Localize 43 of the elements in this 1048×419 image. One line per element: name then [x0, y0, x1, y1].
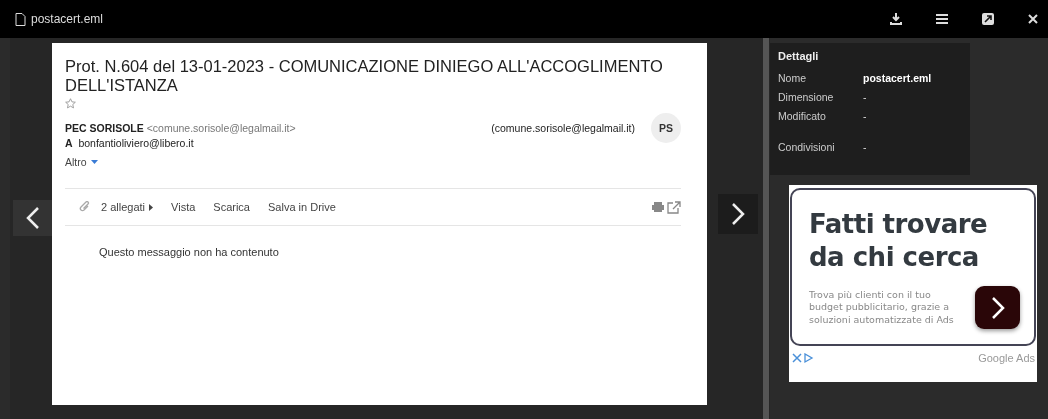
message-subject: Prot. N.604 del 13-01-2023 - COMUNICAZIONE DINIEGO ALL'ACCOGLIMENTO DELL'ISTANZA	[65, 57, 664, 95]
detail-value: postacert.eml	[863, 71, 932, 84]
caret-down-icon	[90, 160, 98, 164]
chevron-right-icon	[731, 202, 745, 226]
ad-headline: Fatti trovare da chi cerca	[809, 208, 989, 274]
external-link-icon[interactable]	[667, 200, 681, 214]
star-icon[interactable]	[65, 98, 76, 109]
sender-address: (comune.sorisole@legalmail.it)	[491, 122, 635, 134]
details-title: Dettagli	[778, 49, 820, 64]
chevron-left-icon	[26, 206, 40, 230]
detail-value: -	[863, 140, 867, 153]
attachment-action-link[interactable]: Scarica	[213, 201, 250, 213]
detail-value: -	[863, 90, 867, 103]
paperclip-icon	[79, 201, 91, 213]
ad-choices-icon[interactable]	[792, 352, 814, 364]
message-body: Questo messaggio non ha contenuto	[99, 246, 280, 258]
caret-right-icon	[149, 203, 154, 211]
expand-icon[interactable]	[982, 13, 994, 25]
more-dropdown[interactable]: Altro	[65, 156, 98, 168]
avatar: PS	[651, 113, 681, 143]
close-icon[interactable]	[1028, 14, 1038, 24]
file-icon	[15, 12, 26, 26]
detail-label: Condivisioni	[778, 140, 836, 153]
recipient: A bonfantioliviero@libero.it	[65, 137, 195, 149]
file-name: postacert.eml	[31, 12, 104, 26]
attachments-toggle[interactable]: 2 allegati	[101, 201, 154, 213]
scrollbar[interactable]	[763, 38, 769, 419]
detail-value: -	[863, 109, 867, 122]
previous-button[interactable]	[13, 200, 53, 236]
ad-next-button[interactable]	[975, 286, 1020, 329]
ad-text: Trova più clienti con il tuo budget pubblicitario, grazie a soluzioni automatizzate di Ads	[809, 288, 955, 327]
menu-icon[interactable]	[936, 14, 948, 24]
detail-label: Modificato	[778, 109, 827, 122]
chevron-right-icon	[990, 295, 1005, 320]
detail-label: Dimensione	[778, 90, 835, 103]
ad-source: Google Ads	[978, 352, 1035, 364]
ad-banner[interactable]: Fatti trovare da chi cerca Trova più clienti con il tuo budget pubblicitario, grazie a soluzioni automatizzate di Ads Google Ads	[789, 185, 1037, 382]
attachment-action-link[interactable]: Vista	[171, 201, 196, 213]
next-button[interactable]	[718, 194, 758, 234]
download-icon[interactable]	[890, 13, 902, 25]
detail-label: Nome	[778, 71, 807, 84]
attachment-action-link[interactable]: Salva in Drive	[268, 201, 336, 213]
sender: PEC SORISOLE <comune.sorisole@legalmail.it>	[65, 122, 297, 134]
